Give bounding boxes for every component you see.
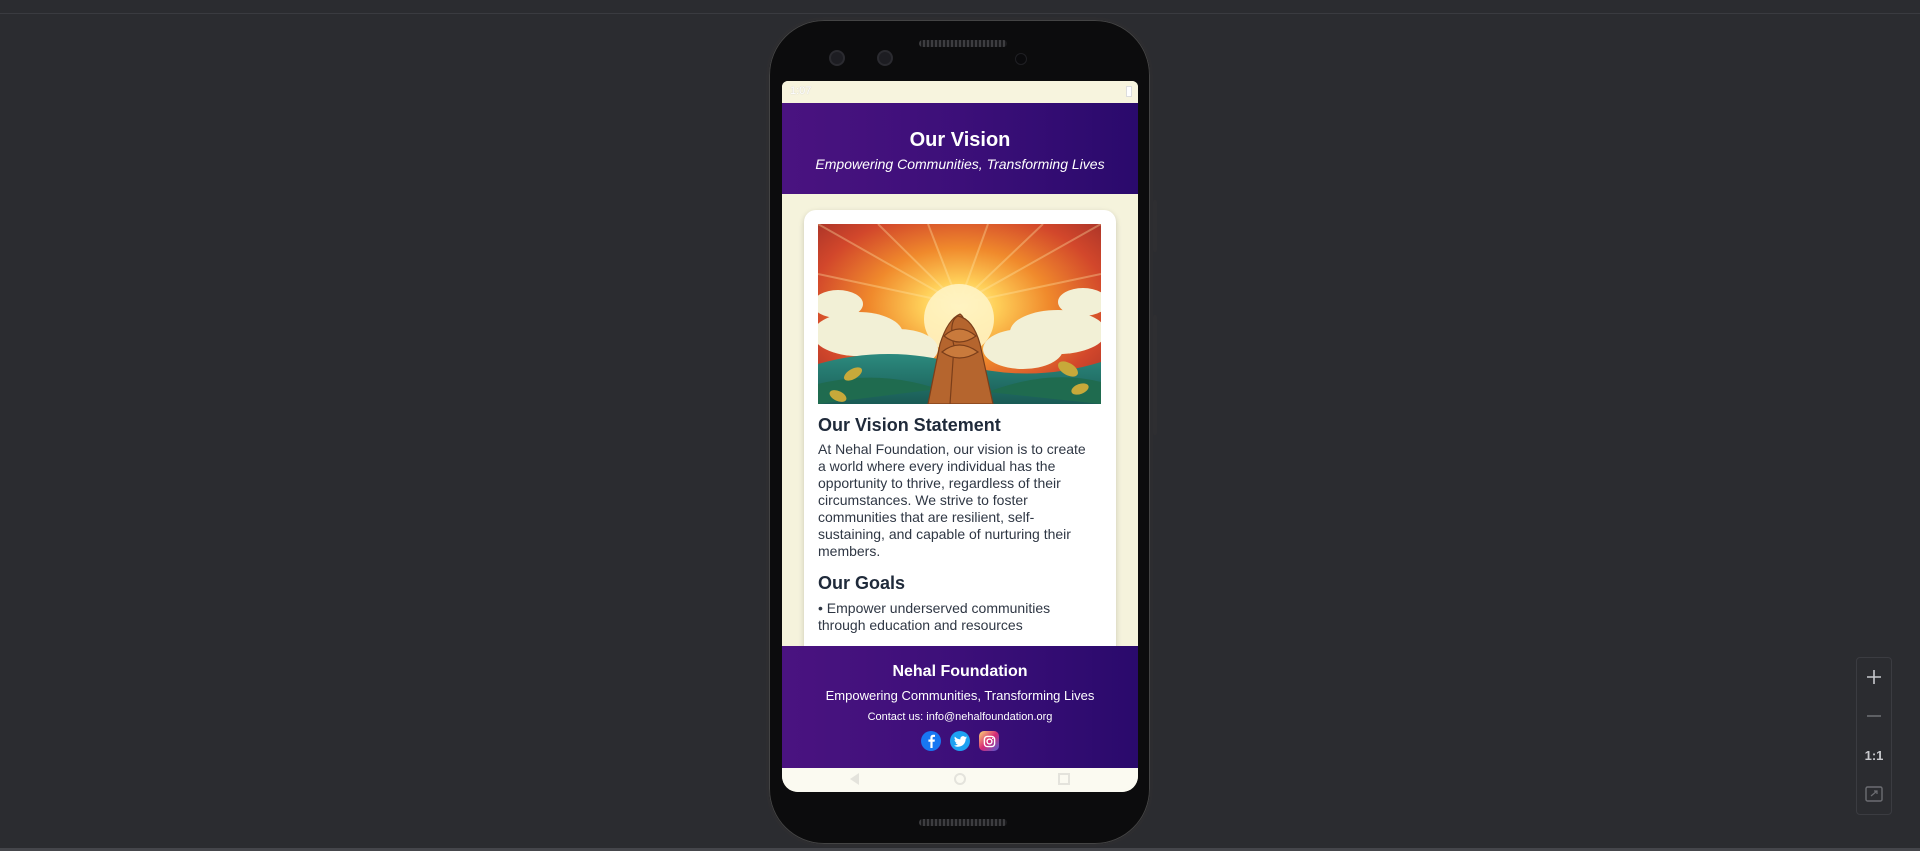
home-icon[interactable] xyxy=(954,773,966,785)
page-title: Our Vision xyxy=(909,129,1011,151)
fit-screen-icon xyxy=(1865,786,1883,802)
twitter-icon[interactable] xyxy=(950,731,970,751)
app-footer: Nehal Foundation Empowering Communities,… xyxy=(782,646,1138,768)
recents-icon[interactable] xyxy=(1058,773,1070,785)
system-nav-bar xyxy=(782,768,1138,792)
zoom-in-button[interactable] xyxy=(1857,658,1891,696)
vision-card: Our Vision Statement At Nehal Foundation… xyxy=(804,210,1116,646)
device-frame: 1:07 Our Vision Empowering Communities, … xyxy=(766,17,1157,847)
vision-statement-text: At Nehal Foundation, our vision is to cr… xyxy=(818,441,1086,559)
minus-icon xyxy=(1867,715,1881,717)
list-item: • Empower underserved communities throug… xyxy=(818,600,1051,633)
actual-size-button[interactable]: 1:1 xyxy=(1857,736,1891,774)
front-camera-icon xyxy=(829,50,845,66)
footer-org-name: Nehal Foundation xyxy=(892,663,1028,680)
battery-icon xyxy=(1126,86,1132,97)
facebook-icon[interactable] xyxy=(921,731,941,751)
page-subtitle: Empowering Communities, Transforming Liv… xyxy=(815,156,1105,172)
plus-icon xyxy=(1867,670,1881,684)
back-icon[interactable] xyxy=(850,773,859,785)
volume-button[interactable] xyxy=(1153,315,1157,435)
hero-image xyxy=(818,224,1101,404)
vision-statement-heading: Our Vision Statement xyxy=(818,415,1001,435)
footer-tagline: Empowering Communities, Transforming Liv… xyxy=(825,688,1095,703)
app-header: Our Vision Empowering Communities, Trans… xyxy=(782,103,1138,194)
status-time: 1:07 xyxy=(790,85,812,97)
instagram-icon[interactable] xyxy=(979,731,999,751)
fit-screen-button[interactable] xyxy=(1857,775,1891,813)
actual-size-label: 1:1 xyxy=(1864,747,1884,763)
ide-top-toolbar xyxy=(0,0,1920,14)
footer-contact[interactable]: Contact us: info@nehalfoundation.org xyxy=(782,711,1138,723)
zoom-toolbar: 1:1 xyxy=(1856,657,1892,815)
earpiece-speaker xyxy=(919,40,1007,47)
sensor-icon xyxy=(1015,53,1027,65)
front-camera-icon xyxy=(877,50,893,66)
zoom-out-button[interactable] xyxy=(1857,697,1891,735)
social-links xyxy=(782,731,1138,751)
power-button[interactable] xyxy=(1153,200,1157,252)
status-bar: 1:07 xyxy=(782,81,1138,103)
device-screen: 1:07 Our Vision Empowering Communities, … xyxy=(782,81,1138,792)
goals-heading: Our Goals xyxy=(818,573,906,593)
bottom-speaker xyxy=(919,819,1007,826)
scroll-content[interactable]: Our Vision Statement At Nehal Foundation… xyxy=(782,194,1138,646)
